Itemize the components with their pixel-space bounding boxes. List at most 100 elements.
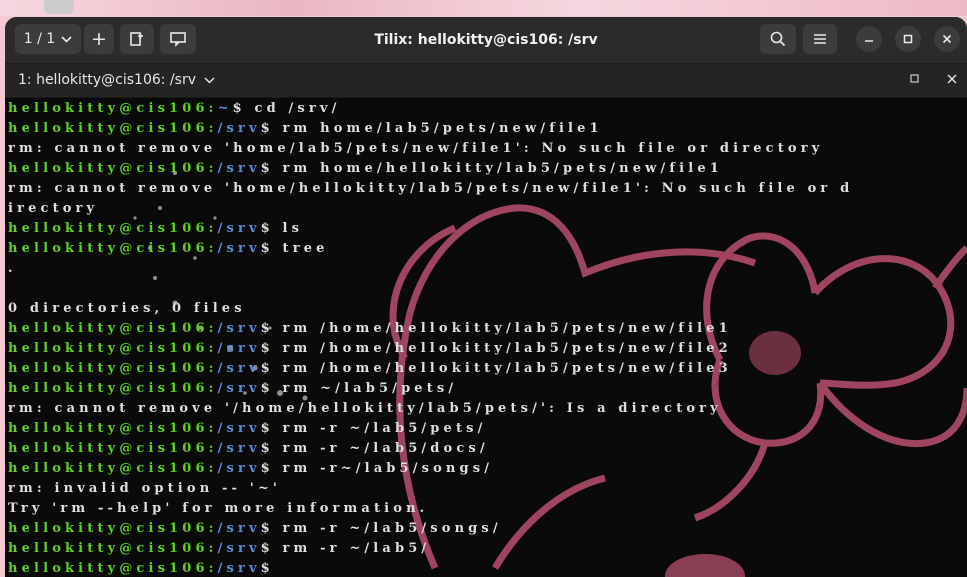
prompt-line: hellokitty@cis106:/srv$ rm /home/helloki… [8, 319, 966, 339]
prompt-path: /srv [217, 121, 261, 136]
close-button[interactable] [934, 26, 960, 52]
prompt-line: hellokitty@cis106:/srv$ ls [8, 219, 966, 239]
command-text: rm /home/hellokitty/lab5/pets/new/file1 [273, 321, 732, 336]
maximize-button[interactable] [895, 26, 921, 52]
command-text: rm -r ~/lab5/pets/ [273, 421, 487, 436]
prompt-path: /srv [217, 241, 261, 256]
prompt-user: hellokitty@cis106: [8, 421, 218, 436]
close-icon [947, 74, 957, 84]
split-terminal-button[interactable] [120, 24, 154, 54]
prompt-symbol: $ [260, 341, 274, 356]
chevron-down-icon [61, 35, 72, 43]
command-text: cd /srv/ [245, 101, 341, 116]
tilix-window: 1 / 1 + Tilix: hellokitty@cis106: /srv 1… [5, 17, 967, 577]
prompt-line: hellokitty@cis106:~$ cd /srv/ [8, 99, 966, 119]
command-text: ls [273, 221, 304, 236]
prompt-line: hellokitty@cis106:/srv$ rm home/hellokit… [8, 159, 966, 179]
prompt-line: hellokitty@cis106:/srv$ rm home/lab5/pet… [8, 119, 966, 139]
prompt-symbol: $ [260, 561, 274, 576]
prompt-user: hellokitty@cis106: [8, 321, 218, 336]
prompt-path: /srv [217, 341, 261, 356]
close-icon [942, 34, 952, 44]
command-text: rm home/lab5/pets/new/file1 [273, 121, 603, 136]
prompt-user: hellokitty@cis106: [8, 441, 218, 456]
search-button[interactable] [760, 24, 796, 54]
hamburger-menu-icon [814, 34, 826, 44]
prompt-path: /srv [217, 221, 261, 236]
prompt-symbol: $ [260, 221, 274, 236]
prompt-symbol: $ [260, 121, 274, 136]
output-line: 0 directories, 0 files [8, 301, 246, 316]
terminal-view[interactable]: hellokitty@cis106:~$ cd /srv/hellokitty@… [5, 98, 967, 577]
prompt-line: hellokitty@cis106:/srv$ tree [8, 239, 966, 259]
command-text: rm ~/lab5/pets/ [273, 381, 458, 396]
desktop-wallpaper-strip [0, 0, 967, 16]
prompt-path: /srv [217, 161, 261, 176]
prompt-symbol: $ [260, 541, 274, 556]
output-line: irectory [8, 201, 99, 216]
prompt-line: hellokitty@cis106:/srv$ [8, 559, 966, 577]
main-menu-button[interactable] [803, 24, 837, 54]
session-label: 1 / 1 [23, 31, 56, 47]
command-text: rm -r ~/lab5/docs/ [273, 441, 489, 456]
prompt-line: hellokitty@cis106:/srv$ rm -r~/lab5/song… [8, 459, 966, 479]
prompt-line: hellokitty@cis106:/srv$ rm -r ~/lab5/ [8, 539, 966, 559]
history-icon [170, 32, 186, 47]
prompt-user: hellokitty@cis106: [8, 541, 218, 556]
prompt-path: ~ [217, 101, 233, 116]
command-text: rm home/hellokitty/lab5/pets/new/file1 [273, 161, 723, 176]
plus-icon: + [91, 28, 107, 50]
prompt-user: hellokitty@cis106: [8, 521, 218, 536]
history-button[interactable] [160, 24, 196, 54]
prompt-path: /srv [217, 381, 261, 396]
output-line: rm: invalid option -- '~' [8, 481, 282, 496]
prompt-user: hellokitty@cis106: [8, 221, 218, 236]
prompt-symbol: $ [260, 321, 274, 336]
command-text: rm -r ~/lab5/songs/ [273, 521, 502, 536]
prompt-line: hellokitty@cis106:/srv$ rm /home/helloki… [8, 359, 966, 379]
command-text: tree [273, 241, 329, 256]
prompt-symbol: $ [260, 381, 274, 396]
prompt-user: hellokitty@cis106: [8, 161, 218, 176]
command-text: rm /home/hellokitty/lab5/pets/new/file2 [273, 341, 732, 356]
output-line: rm: cannot remove 'home/lab5/pets/new/fi… [8, 141, 824, 156]
chevron-down-icon[interactable] [204, 76, 215, 84]
prompt-user: hellokitty@cis106: [8, 341, 218, 356]
prompt-line: hellokitty@cis106:/srv$ rm ~/lab5/pets/ [8, 379, 966, 399]
command-text: rm -r ~/lab5/ [273, 541, 431, 556]
minimize-button[interactable] [856, 26, 882, 52]
prompt-line: hellokitty@cis106:/srv$ rm /home/helloki… [8, 339, 966, 359]
prompt-path: /srv [217, 441, 261, 456]
split-terminal-icon [130, 32, 143, 46]
prompt-line: hellokitty@cis106:/srv$ rm -r ~/lab5/pet… [8, 419, 966, 439]
prompt-symbol: $ [260, 421, 274, 436]
prompt-user: hellokitty@cis106: [8, 241, 218, 256]
prompt-symbol: $ [232, 101, 246, 116]
prompt-user: hellokitty@cis106: [8, 101, 218, 116]
terminal-close-button[interactable] [947, 70, 957, 88]
prompt-symbol: $ [260, 241, 274, 256]
terminal-output: hellokitty@cis106:~$ cd /srv/hellokitty@… [8, 99, 966, 577]
desktop-app-icon[interactable] [44, 0, 74, 14]
prompt-user: hellokitty@cis106: [8, 121, 218, 136]
prompt-symbol: $ [260, 161, 274, 176]
prompt-path: /srv [217, 521, 261, 536]
search-icon [770, 31, 786, 47]
prompt-path: /srv [217, 321, 261, 336]
add-session-button[interactable]: + [84, 24, 114, 54]
command-text: rm /home/hellokitty/lab5/pets/new/file3 [273, 361, 732, 376]
prompt-symbol: $ [260, 521, 274, 536]
session-switcher-button[interactable]: 1 / 1 [15, 24, 81, 54]
prompt-path: /srv [217, 461, 261, 476]
maximize-icon [910, 74, 919, 83]
prompt-path: /srv [217, 361, 261, 376]
prompt-path: /srv [217, 421, 261, 436]
output-line: Try 'rm --help' for more information. [8, 501, 429, 516]
terminal-tab-bar: 1: hellokitty@cis106: /srv [5, 64, 967, 98]
maximize-icon [903, 34, 913, 44]
terminal-maximize-button[interactable] [910, 73, 919, 86]
terminal-tab[interactable]: 1: hellokitty@cis106: /srv [18, 72, 215, 88]
prompt-user: hellokitty@cis106: [8, 381, 218, 396]
output-line: rm: cannot remove '/home/hellokitty/lab5… [8, 401, 722, 416]
